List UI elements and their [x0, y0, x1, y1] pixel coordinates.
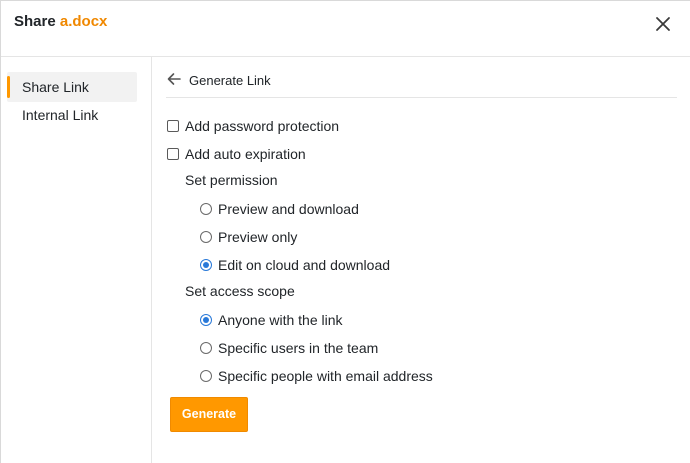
permission-choice-label: Preview only	[218, 229, 298, 245]
access-scope-label: Set access scope	[185, 283, 295, 299]
auto-expiration-checkbox[interactable]	[167, 148, 179, 160]
permission-preview-download-option[interactable]: Preview and download	[200, 200, 359, 218]
scope-team-users-option[interactable]: Specific users in the team	[200, 339, 378, 357]
sidebar-item-label: Internal Link	[22, 107, 99, 123]
scope-team-users-radio[interactable]	[200, 342, 212, 354]
subheader: Generate Link	[166, 71, 677, 98]
scope-email-people-radio[interactable]	[200, 370, 212, 382]
file-name: a.docx	[59, 13, 108, 30]
close-icon	[656, 17, 670, 31]
password-protection-label: Add password protection	[185, 118, 340, 134]
password-protection-option[interactable]: Add password protection	[167, 117, 339, 135]
password-protection-checkbox[interactable]	[167, 120, 179, 132]
permission-preview-only-option[interactable]: Preview only	[200, 228, 297, 246]
sidebar-item-label: Share Link	[22, 79, 89, 95]
dialog-title-prefix: Share	[14, 13, 56, 30]
permission-choice-label: Preview and download	[218, 201, 359, 217]
scope-choice-label: Specific users in the team	[218, 340, 379, 356]
scope-choice-label: Anyone with the link	[218, 312, 343, 328]
permission-label: Set permission	[185, 172, 278, 188]
generate-button[interactable]: Generate	[170, 397, 248, 432]
sidebar-item-share-link[interactable]: Share Link	[7, 72, 137, 102]
main-content: Generate Link Add password protection Ad…	[152, 57, 690, 463]
scope-email-people-option[interactable]: Specific people with email address	[200, 367, 433, 385]
close-button[interactable]	[653, 14, 673, 34]
auto-expiration-option[interactable]: Add auto expiration	[167, 145, 306, 163]
permission-preview-download-radio[interactable]	[200, 203, 212, 215]
permission-choice-label: Edit on cloud and download	[218, 257, 391, 273]
permission-edit-download-radio[interactable]	[200, 259, 212, 271]
dialog-header: Share a.docx	[1, 1, 690, 57]
arrow-left-icon	[167, 73, 181, 85]
scope-anyone-radio[interactable]	[200, 314, 212, 326]
sidebar-item-internal-link[interactable]: Internal Link	[7, 100, 137, 130]
auto-expiration-label: Add auto expiration	[185, 146, 306, 162]
share-dialog: Share a.docx Share Link Internal Link Ge…	[0, 0, 690, 463]
scope-choice-label: Specific people with email address	[218, 368, 433, 384]
back-button[interactable]	[166, 71, 182, 87]
subheader-title: Generate Link	[189, 73, 271, 88]
dialog-title: Share a.docx	[14, 13, 107, 31]
permission-edit-download-option[interactable]: Edit on cloud and download	[200, 256, 390, 274]
permission-preview-only-radio[interactable]	[200, 231, 212, 243]
scope-anyone-option[interactable]: Anyone with the link	[200, 311, 343, 329]
sidebar: Share Link Internal Link	[1, 57, 152, 463]
